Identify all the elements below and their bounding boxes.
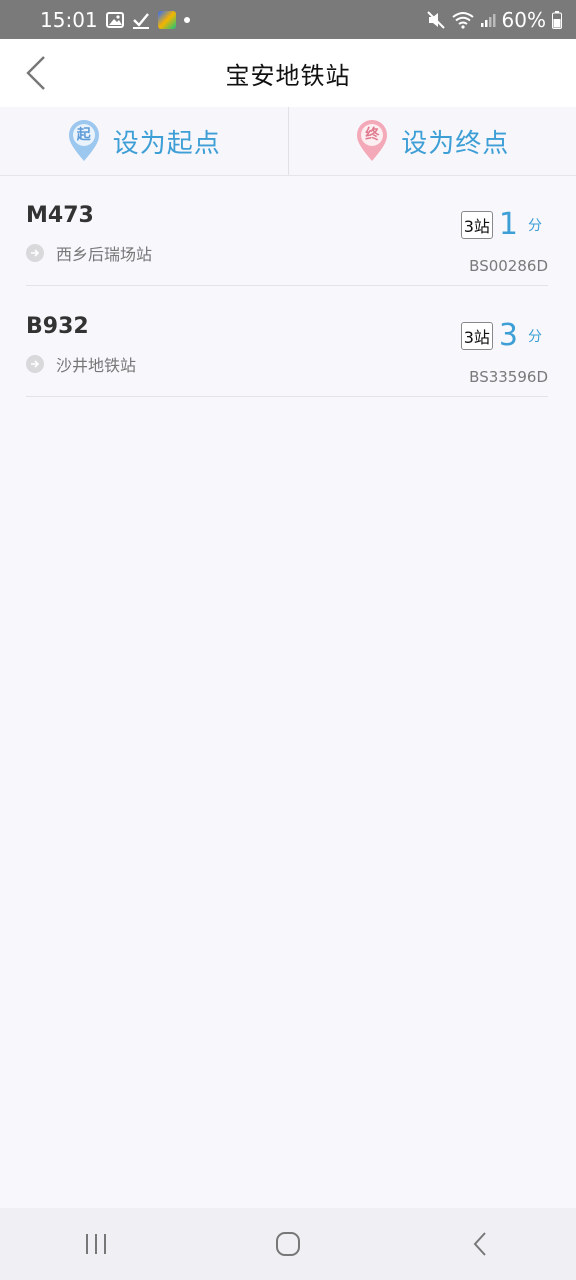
mute-icon bbox=[426, 10, 446, 30]
check-icon bbox=[132, 11, 150, 29]
destination-text: 沙井地铁站 bbox=[56, 356, 137, 375]
set-end-button[interactable]: 终 设为终点 bbox=[287, 107, 576, 175]
battery-icon bbox=[552, 10, 562, 29]
status-left: 15:01 bbox=[40, 8, 190, 32]
route-destination: 西乡后瑞场站 bbox=[26, 241, 152, 265]
more-notifications-icon bbox=[183, 16, 190, 23]
destination-text: 西乡后瑞场站 bbox=[56, 245, 153, 264]
eta-unit: 分 bbox=[528, 217, 542, 234]
start-pin-label: 起 bbox=[76, 127, 91, 143]
system-back-button[interactable] bbox=[440, 1214, 520, 1274]
route-eta: 3站 3 分 bbox=[460, 318, 548, 353]
wifi-icon bbox=[451, 11, 474, 29]
route-code: BS33596D bbox=[469, 368, 548, 386]
route-destination: 沙井地铁站 bbox=[26, 352, 136, 376]
route-name: M473 bbox=[26, 203, 94, 228]
route-name: B932 bbox=[26, 314, 89, 339]
route-item[interactable]: M473 西乡后瑞场站 3站 1 分 BS00286D bbox=[26, 175, 548, 286]
status-bar: 15:01 60% bbox=[0, 0, 576, 39]
eta-minutes: 1 bbox=[498, 207, 518, 242]
end-pin-icon: 终 bbox=[355, 120, 389, 162]
start-pin-icon: 起 bbox=[67, 120, 101, 162]
route-item[interactable]: B932 沙井地铁站 3站 3 分 BS33596D bbox=[26, 286, 548, 397]
home-button[interactable] bbox=[248, 1214, 328, 1274]
home-icon bbox=[276, 1232, 300, 1256]
action-row: 起 设为起点 终 设为终点 bbox=[0, 107, 576, 176]
route-eta: 3站 1 分 bbox=[460, 207, 548, 242]
system-nav-bar bbox=[0, 1208, 576, 1280]
top-app-bar: 宝安地铁站 bbox=[0, 39, 576, 107]
chevron-left-icon bbox=[26, 56, 45, 90]
set-start-label: 设为起点 bbox=[112, 128, 221, 159]
stops-badge: 3站 bbox=[460, 210, 493, 239]
set-end-label: 设为终点 bbox=[401, 128, 510, 159]
app-notification-icon bbox=[157, 10, 176, 29]
eta-minutes: 3 bbox=[498, 318, 518, 353]
back-button[interactable] bbox=[18, 53, 54, 93]
arrow-right-icon bbox=[26, 244, 44, 262]
page-title: 宝安地铁站 bbox=[225, 61, 351, 90]
battery-percent: 60% bbox=[501, 7, 546, 32]
route-list: M473 西乡后瑞场站 3站 1 分 BS00286D B932 沙井地铁站 3… bbox=[0, 175, 576, 397]
status-right: 60% bbox=[426, 8, 562, 32]
gallery-icon bbox=[105, 11, 124, 29]
arrow-right-icon bbox=[26, 355, 44, 373]
signal-icon bbox=[480, 12, 496, 28]
stops-badge: 3站 bbox=[460, 321, 493, 350]
eta-unit: 分 bbox=[528, 328, 542, 345]
route-code: BS00286D bbox=[469, 257, 548, 275]
recent-apps-button[interactable] bbox=[56, 1214, 136, 1274]
set-start-button[interactable]: 起 设为起点 bbox=[0, 107, 288, 175]
back-icon bbox=[473, 1232, 486, 1256]
recent-apps-icon bbox=[86, 1234, 106, 1254]
end-pin-label: 终 bbox=[365, 127, 380, 143]
status-time: 15:01 bbox=[40, 7, 98, 32]
